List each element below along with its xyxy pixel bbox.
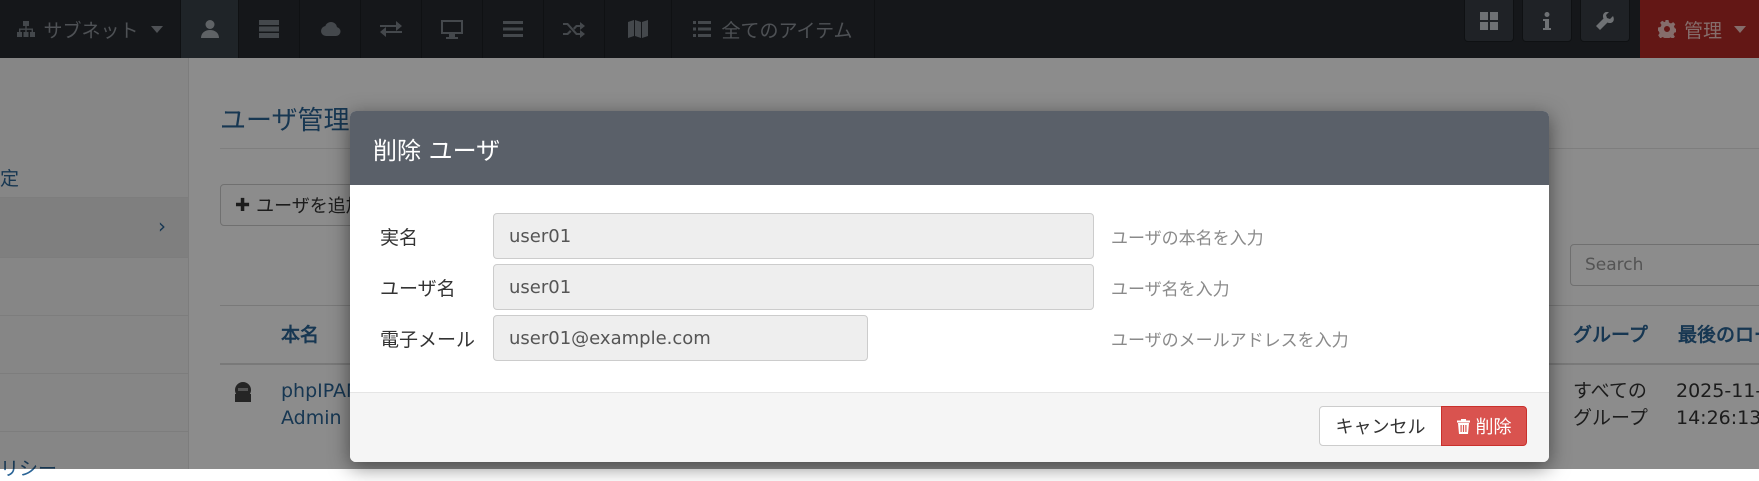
real-name-row: 実名 user01 ユーザの本名を入力: [350, 213, 1549, 259]
cancel-button[interactable]: キャンセル: [1319, 406, 1442, 446]
username-help: ユーザ名を入力: [1111, 279, 1230, 300]
delete-user-modal: 削除 ユーザ 実名 user01 ユーザの本名を入力 ユーザ名 user01 ユ…: [350, 111, 1549, 462]
username-label: ユーザ名: [380, 277, 456, 300]
email-field[interactable]: user01@example.com: [493, 315, 868, 361]
real-name-help: ユーザの本名を入力: [1111, 228, 1264, 249]
modal-title: 削除 ユーザ: [350, 111, 1549, 185]
real-name-field[interactable]: user01: [493, 213, 1094, 259]
email-help: ユーザのメールアドレスを入力: [1111, 330, 1349, 351]
delete-button[interactable]: 削除: [1441, 406, 1527, 446]
email-label: 電子メール: [380, 328, 476, 351]
username-row: ユーザ名 user01 ユーザ名を入力: [350, 264, 1549, 310]
trash-icon: [1456, 418, 1470, 434]
delete-label: 削除: [1475, 417, 1512, 438]
email-row: 電子メール user01@example.com ユーザのメールアドレスを入力: [350, 315, 1549, 361]
username-field[interactable]: user01: [493, 264, 1094, 310]
real-name-label: 実名: [380, 226, 419, 249]
